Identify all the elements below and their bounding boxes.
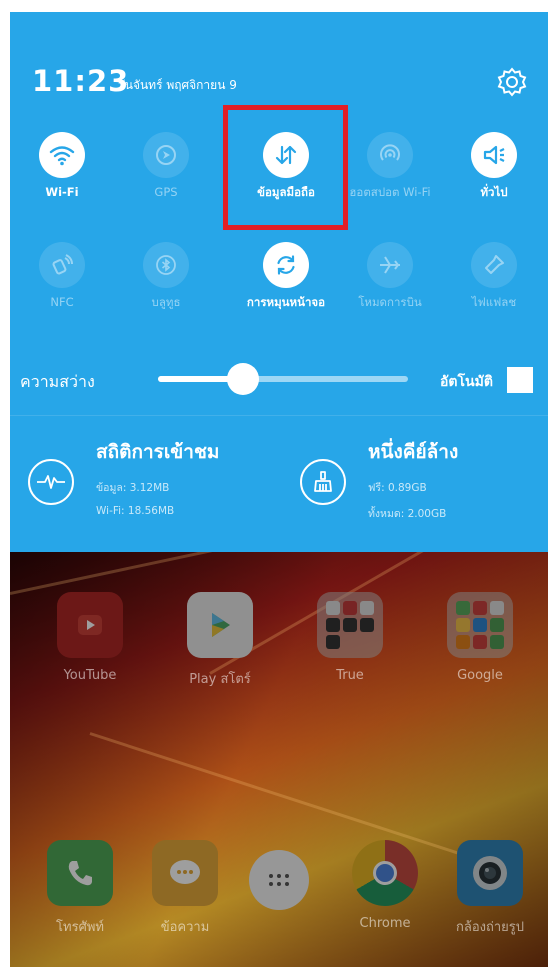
hotspot-icon [367, 132, 413, 178]
traffic-mobile-data: ข้อมูล: 3.12MB [96, 482, 170, 494]
bluetooth-icon [143, 242, 189, 288]
broom-icon [300, 459, 346, 505]
messages-icon [152, 840, 218, 906]
traffic-wifi-data: Wi-Fi: 18.56MB [96, 505, 175, 517]
wifi-icon [39, 132, 85, 178]
folder-icon [317, 592, 383, 658]
speaker-icon [471, 132, 517, 178]
tile-label: ฮอตสปอต Wi-Fi [349, 185, 431, 199]
phone-screen: 11:23 วันจันทร์ พฤศจิกายน 9 Wi-Fi GPS ข้… [10, 12, 548, 967]
notification-shade: 11:23 วันจันทร์ พฤศจิกายน 9 Wi-Fi GPS ข้… [10, 12, 548, 552]
tile-label: ทั่วไป [480, 185, 508, 199]
phone-icon [47, 840, 113, 906]
tile-label: ไฟแฟลช [471, 295, 517, 309]
status-time: 11:23 [32, 64, 130, 98]
tile-label: Wi-Fi [45, 185, 79, 199]
memory-free: ฟรี: 0.89GB [368, 482, 427, 494]
wallpaper-streak [10, 552, 402, 595]
app-label: โทรศัพท์ [56, 920, 104, 935]
airplane-icon [367, 242, 413, 288]
flashlight-icon [471, 242, 517, 288]
app-label: กล้องถ่ายรูป [455, 920, 524, 935]
auto-brightness-label: อัตโนมัติ [440, 374, 493, 390]
app-label: Google [457, 668, 503, 683]
tile-rotation[interactable]: การหมุนหน้าจอ [234, 242, 338, 338]
tile-sound[interactable]: ทั่วไป [442, 132, 546, 228]
tile-label: NFC [50, 295, 74, 309]
chrome-icon [352, 840, 418, 906]
app-drawer-icon [249, 850, 309, 910]
app-label: Play สโตร์ [189, 672, 251, 687]
traffic-stats-title: สถิติการเข้าชม [96, 441, 220, 463]
quick-settings-row-2: NFC บลูทูธ การหมุนหน้าจอ โหมดการบิน ไฟแฟ… [10, 242, 548, 338]
brightness-label: ความสว่าง [20, 372, 95, 391]
tile-bluetooth[interactable]: บลูทูธ [114, 242, 218, 338]
slider-thumb[interactable] [227, 363, 259, 395]
app-chrome[interactable]: Chrome [330, 840, 440, 931]
tile-label: การหมุนหน้าจอ [246, 295, 326, 309]
tile-gps[interactable]: GPS [114, 132, 218, 228]
tile-nfc[interactable]: NFC [10, 242, 114, 338]
app-youtube[interactable]: YouTube [35, 592, 145, 683]
divider [10, 415, 548, 416]
camera-icon [457, 840, 523, 906]
app-play-store[interactable]: Play สโตร์ [165, 592, 275, 689]
tile-label: โหมดการบิน [358, 295, 422, 309]
tile-airplane[interactable]: โหมดการบิน [338, 242, 442, 338]
app-label: YouTube [63, 668, 117, 683]
memory-total: ทั้งหมด: 2.00GB [368, 508, 447, 520]
folder-google[interactable]: Google [425, 592, 535, 683]
play-store-icon [187, 592, 253, 658]
status-date: วันจันทร์ พฤศจิกายน 9 [118, 78, 237, 92]
dock: โทรศัพท์ ข้อความ Chrome กล้องถ่ายรูป [10, 822, 548, 962]
brightness-slider[interactable] [158, 363, 408, 395]
app-label: ข้อความ [160, 920, 210, 935]
tile-label: GPS [154, 185, 178, 199]
tile-hotspot[interactable]: ฮอตสปอต Wi-Fi [338, 132, 442, 228]
folder-true[interactable]: True [295, 592, 405, 683]
app-drawer-button[interactable] [224, 850, 334, 910]
home-screen: YouTube Play สโตร์ True Google โทรศัพท์ … [10, 552, 548, 967]
app-camera[interactable]: กล้องถ่ายรูป [435, 840, 545, 937]
tile-label: บลูทูธ [151, 295, 181, 309]
app-label: True [336, 668, 364, 683]
settings-gear-icon[interactable] [496, 66, 528, 98]
youtube-icon [57, 592, 123, 658]
rotate-icon [263, 242, 309, 288]
highlight-box [223, 105, 348, 230]
app-label: Chrome [359, 916, 411, 931]
app-phone[interactable]: โทรศัพท์ [25, 840, 135, 937]
folder-icon [447, 592, 513, 658]
gps-icon [143, 132, 189, 178]
nfc-icon [39, 242, 85, 288]
tile-wifi[interactable]: Wi-Fi [10, 132, 114, 228]
pulse-icon [28, 459, 74, 505]
one-key-clean-title: หนึ่งคีย์ล้าง [368, 441, 459, 463]
auto-brightness-checkbox[interactable] [507, 367, 533, 393]
tile-flashlight[interactable]: ไฟแฟลช [442, 242, 546, 338]
